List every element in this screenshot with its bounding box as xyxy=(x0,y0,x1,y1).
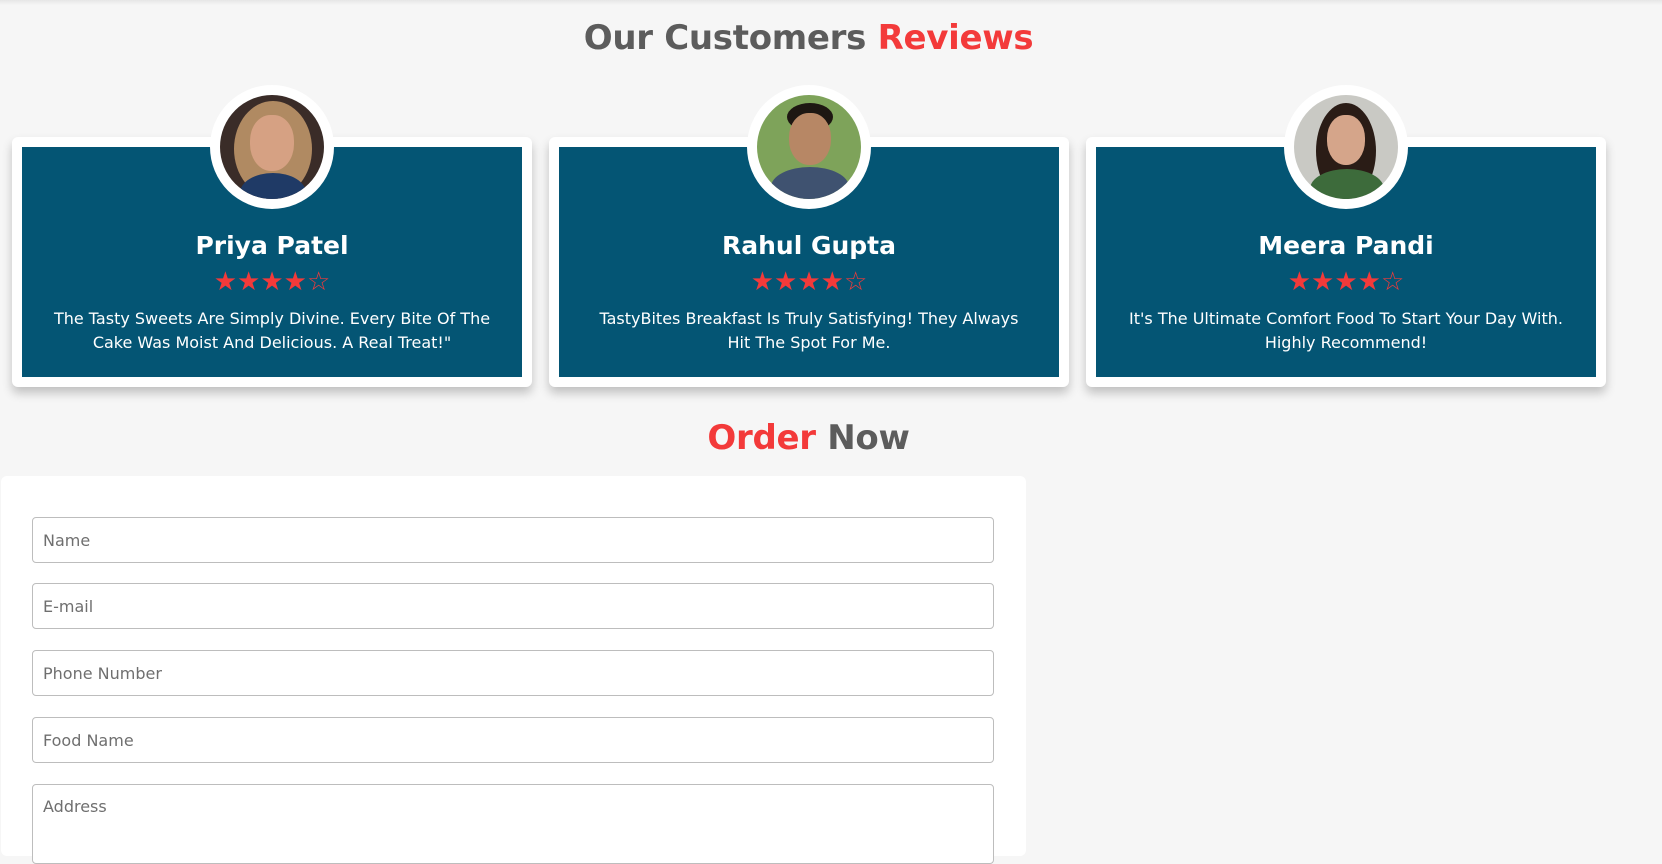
order-heading-accent: Order xyxy=(707,418,816,458)
avatar xyxy=(747,85,871,209)
rating-stars: ★★★★☆ xyxy=(22,269,522,295)
review-quote: It's The Ultimate Comfort Food To Start … xyxy=(1129,309,1563,352)
star-filled-icon: ★ xyxy=(820,267,844,297)
food-name-input[interactable] xyxy=(32,717,994,763)
email-input[interactable] xyxy=(32,583,994,629)
star-filled-icon: ★ xyxy=(1334,267,1358,297)
review-quote: TastyBites Breakfast Is Truly Satisfying… xyxy=(599,309,1019,352)
review-quote: The Tasty Sweets Are Simply Divine. Ever… xyxy=(53,309,491,352)
name-input[interactable] xyxy=(32,517,994,563)
star-outline-icon: ☆ xyxy=(1380,267,1405,297)
avatar xyxy=(1284,85,1408,209)
phone-input[interactable] xyxy=(32,650,994,696)
top-shadow-line xyxy=(0,0,1662,5)
star-filled-icon: ★ xyxy=(1287,267,1312,297)
order-heading-text: Now xyxy=(827,418,910,458)
rating-stars: ★★★★☆ xyxy=(1096,269,1596,295)
address-input[interactable] xyxy=(32,784,994,864)
star-filled-icon: ★ xyxy=(774,267,798,297)
reviewer-name: Meera Pandi xyxy=(1258,231,1434,260)
avatar xyxy=(210,85,334,209)
reviewer-photo xyxy=(220,95,324,199)
reviewer-name: Priya Patel xyxy=(195,231,349,260)
star-filled-icon: ★ xyxy=(283,267,307,297)
reviewer-name: Rahul Gupta xyxy=(721,231,897,260)
star-filled-icon: ★ xyxy=(260,267,284,297)
review-card: Rahul Gupta ★★★★☆ TastyBites Breakfast I… xyxy=(549,85,1069,387)
star-filled-icon: ★ xyxy=(1311,267,1335,297)
star-outline-icon: ☆ xyxy=(843,267,868,297)
reviewer-photo xyxy=(757,95,861,199)
star-filled-icon: ★ xyxy=(797,267,821,297)
star-outline-icon: ☆ xyxy=(306,267,331,297)
star-filled-icon: ★ xyxy=(237,267,261,297)
order-heading: Order Now xyxy=(0,418,1617,458)
review-card: Meera Pandi ★★★★☆ It's The Ultimate Comf… xyxy=(1086,85,1606,387)
rating-stars: ★★★★☆ xyxy=(559,269,1059,295)
star-filled-icon: ★ xyxy=(213,267,238,297)
reviews-heading-accent: Reviews xyxy=(877,18,1034,58)
order-form xyxy=(1,476,1026,864)
reviews-heading-text: Our Customers xyxy=(583,18,867,58)
review-card: Priya Patel ★★★★☆ The Tasty Sweets Are S… xyxy=(12,85,532,387)
star-filled-icon: ★ xyxy=(1357,267,1381,297)
reviews-heading: Our Customers Reviews xyxy=(0,18,1617,58)
star-filled-icon: ★ xyxy=(750,267,775,297)
reviewer-photo xyxy=(1294,95,1398,199)
